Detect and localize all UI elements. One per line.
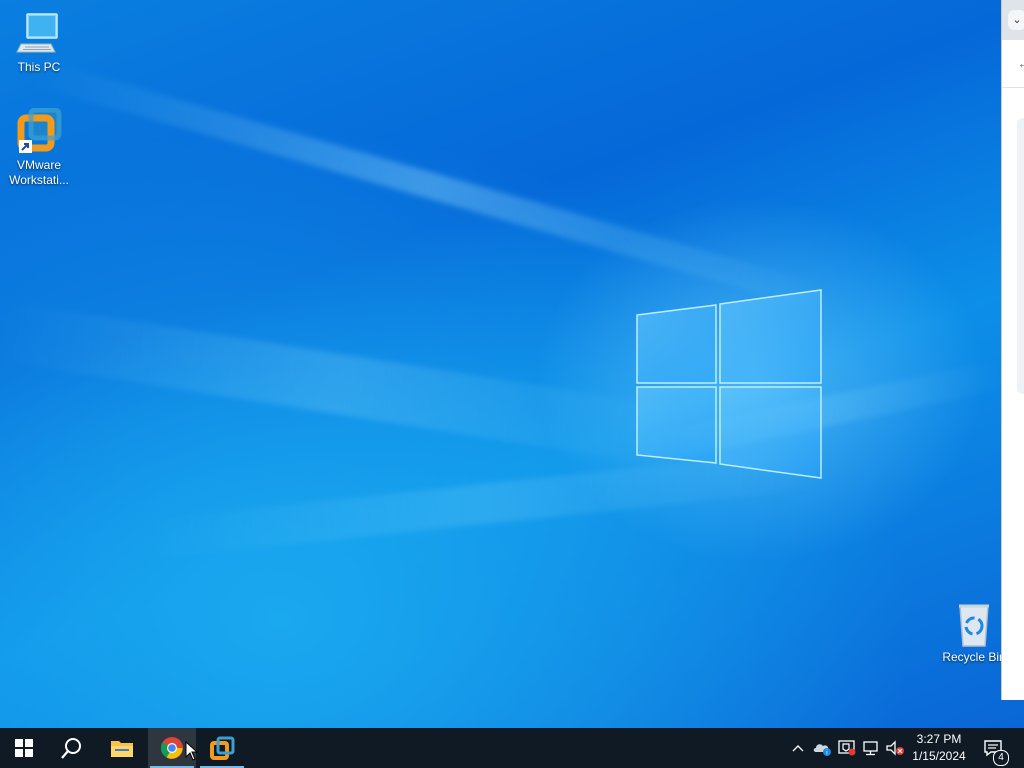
volume-muted-icon <box>886 740 904 756</box>
notification-count-badge: 4 <box>993 750 1009 766</box>
chevron-up-icon <box>792 745 804 752</box>
desktop-icon-this-pc[interactable]: This PC <box>1 10 77 75</box>
show-hidden-icons-button[interactable] <box>788 728 808 768</box>
vmware-icon <box>15 107 63 156</box>
security-icon <box>838 740 856 756</box>
back-arrow-icon[interactable]: ← <box>1017 55 1024 71</box>
tray-network[interactable] <box>860 728 882 768</box>
recycle-bin-icon <box>950 600 998 648</box>
windows-start-icon <box>15 739 33 757</box>
mouse-cursor-icon <box>185 741 199 761</box>
search-icon <box>61 738 81 759</box>
windows-wallpaper-logo <box>636 289 822 479</box>
onedrive-icon: i <box>813 744 831 756</box>
start-button[interactable] <box>0 728 48 768</box>
browser-window-edge[interactable]: ⌄ ← <box>1001 0 1024 700</box>
desktop-icon-label: VMware Workstati... <box>9 158 69 187</box>
tray-volume[interactable] <box>884 728 906 768</box>
taskbar-vmware-workstation[interactable] <box>198 728 246 768</box>
network-icon <box>863 741 878 756</box>
light-beam <box>0 300 692 469</box>
tray-security[interactable] <box>836 728 858 768</box>
taskbar: i 3:27 PM 1/15/2024 <box>0 728 1024 768</box>
content-panel <box>1017 118 1024 394</box>
toolbar-divider <box>1002 87 1024 88</box>
tab-strip: ⌄ <box>1002 0 1024 40</box>
folder-icon <box>111 741 133 757</box>
taskbar-clock[interactable]: 3:27 PM 1/15/2024 <box>906 731 972 765</box>
chrome-icon <box>160 737 183 759</box>
light-beam <box>32 60 829 312</box>
vmware-icon <box>210 736 235 760</box>
clock-date: 1/15/2024 <box>912 749 966 763</box>
taskbar-file-explorer[interactable] <box>98 728 146 768</box>
search-button[interactable] <box>48 728 96 768</box>
desktop-background: This PC VMware Workstati... Recycle Bin <box>0 0 1024 728</box>
tab-search-dropdown[interactable]: ⌄ <box>1008 10 1024 30</box>
computer-icon <box>15 10 63 58</box>
desktop-icon-vmware[interactable]: VMware Workstati... <box>1 107 77 188</box>
clock-time: 3:27 PM <box>916 732 962 746</box>
desktop-icon-label: This PC <box>17 60 61 74</box>
tray-onedrive[interactable]: i <box>811 728 833 768</box>
